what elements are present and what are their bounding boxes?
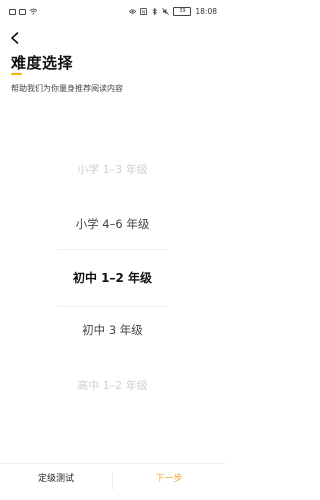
eye-icon	[129, 9, 137, 14]
svg-text:N: N	[142, 9, 145, 15]
picker-selection-top-line	[58, 249, 168, 250]
notification-icon	[19, 8, 26, 15]
wifi-icon	[29, 8, 38, 15]
title-underline	[11, 73, 22, 75]
picker-selection-bottom-line	[58, 306, 168, 307]
bottom-divider	[0, 463, 225, 464]
chevron-left-icon[interactable]	[7, 30, 23, 46]
battery-icon: 39	[173, 7, 192, 16]
grade-picker[interactable]: 小学 1–3 年级 小学 4–6 年级 初中 1–2 年级 初中 3 年级 高中…	[0, 145, 225, 415]
placement-test-button[interactable]: 定级测试	[0, 466, 112, 492]
page-title: 难度选择	[11, 54, 74, 72]
picker-option-selected[interactable]: 初中 1–2 年级	[0, 269, 225, 286]
nfc-icon: N	[140, 8, 148, 15]
next-step-button[interactable]: 下一步	[113, 466, 225, 492]
status-right: N 39 18:08	[129, 7, 217, 16]
picker-option[interactable]: 小学 1–3 年级	[0, 161, 225, 177]
page-subtitle: 帮助我们为你量身推荐阅读内容	[11, 84, 123, 93]
picker-option[interactable]: 小学 4–6 年级	[0, 216, 225, 232]
status-left	[9, 8, 38, 15]
picker-option[interactable]: 高中 1–2 年级	[0, 377, 225, 393]
bluetooth-icon	[152, 8, 158, 15]
notification-icon	[9, 8, 16, 15]
mute-icon	[162, 8, 170, 15]
status-time: 18:08	[195, 7, 217, 16]
picker-option[interactable]: 初中 3 年级	[0, 322, 225, 338]
status-bar: N 39 18:08	[0, 0, 225, 24]
